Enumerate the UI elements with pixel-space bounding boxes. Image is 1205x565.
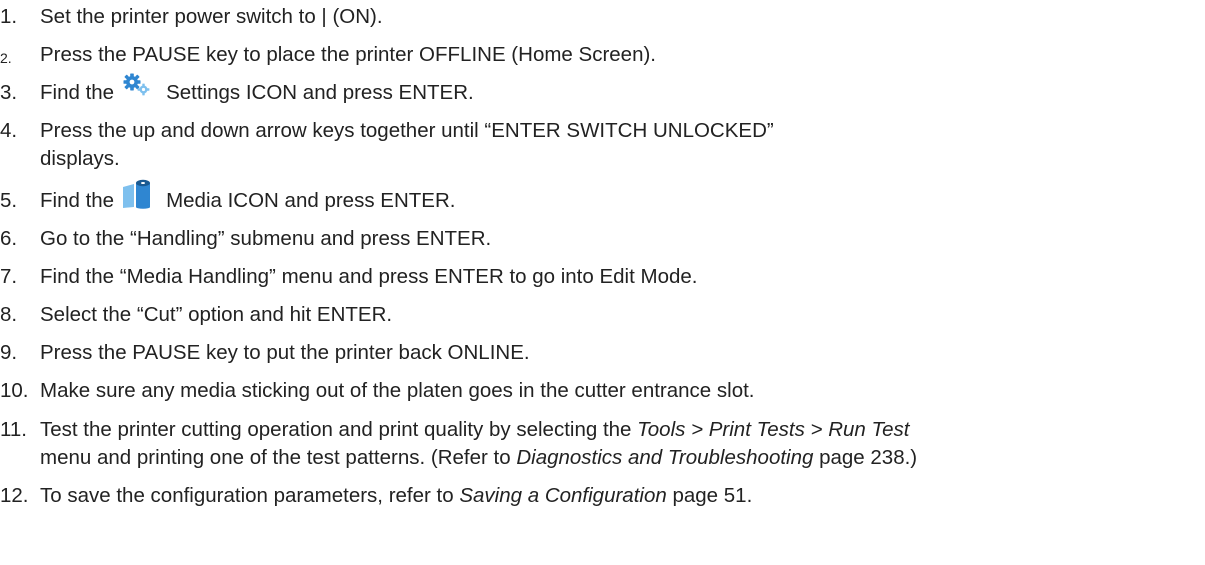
- step-text: Press the PAUSE key to put the printer b…: [40, 341, 530, 364]
- menu-path: Tools > Print Tests > Run Test: [637, 418, 910, 441]
- step-text: Select the “Cut” option and hit ENTER.: [40, 303, 393, 326]
- step-text: Set the printer power switch to | (ON).: [40, 5, 383, 28]
- media-roll-icon: [122, 179, 152, 209]
- step-text: Find the Media ICON and press ENTER.: [40, 179, 456, 219]
- step-text-continued: menu and printing one of the test patter…: [40, 446, 917, 470]
- cross-reference: Diagnostics and Troubleshooting: [516, 446, 814, 469]
- step-text-pre: Find the: [40, 81, 115, 104]
- step-text-pre: Find the: [40, 189, 115, 212]
- step-text-post: Settings ICON and press ENTER.: [166, 81, 474, 104]
- step-text-part: Test the printer cutting operation and p…: [40, 418, 638, 441]
- step-number: 9.: [0, 341, 18, 364]
- step-text: Press the PAUSE key to place the printer…: [40, 43, 656, 66]
- step-text-part: menu and printing one of the test patter…: [40, 446, 517, 469]
- step-text-post: Media ICON and press ENTER.: [166, 189, 456, 212]
- step-number: 7.: [0, 265, 18, 288]
- page-reference: page 238.): [813, 446, 918, 469]
- cross-reference: Saving a Configuration: [459, 484, 667, 507]
- step-text: Test the printer cutting operation and p…: [40, 418, 910, 442]
- step-number: 12.: [0, 484, 29, 507]
- step-text: Make sure any media sticking out of the …: [40, 379, 755, 402]
- step-text-continued: displays.: [40, 147, 120, 170]
- step-number: 1.: [0, 5, 18, 28]
- page-reference: page 51.: [666, 484, 753, 507]
- step-number: 10.: [0, 379, 29, 402]
- step-number: 6.: [0, 227, 18, 250]
- step-number: 5.: [0, 189, 18, 212]
- step-number: 11.: [0, 418, 27, 441]
- step-number: 3.: [0, 81, 18, 104]
- step-text-part: To save the configuration parameters, re…: [40, 484, 460, 507]
- step-text: Go to the “Handling” submenu and press E…: [40, 227, 492, 250]
- step-text: To save the configuration parameters, re…: [40, 484, 752, 508]
- settings-gear-icon: [122, 73, 152, 97]
- step-text: Find the “Media Handling” menu and press…: [40, 265, 698, 288]
- step-number: 8.: [0, 303, 18, 326]
- step-number: 4.: [0, 119, 18, 142]
- step-text: Find the Settings ICON and press ENTER.: [40, 73, 474, 105]
- step-number: 2.: [0, 50, 12, 66]
- step-text: Press the up and down arrow keys togethe…: [40, 119, 774, 142]
